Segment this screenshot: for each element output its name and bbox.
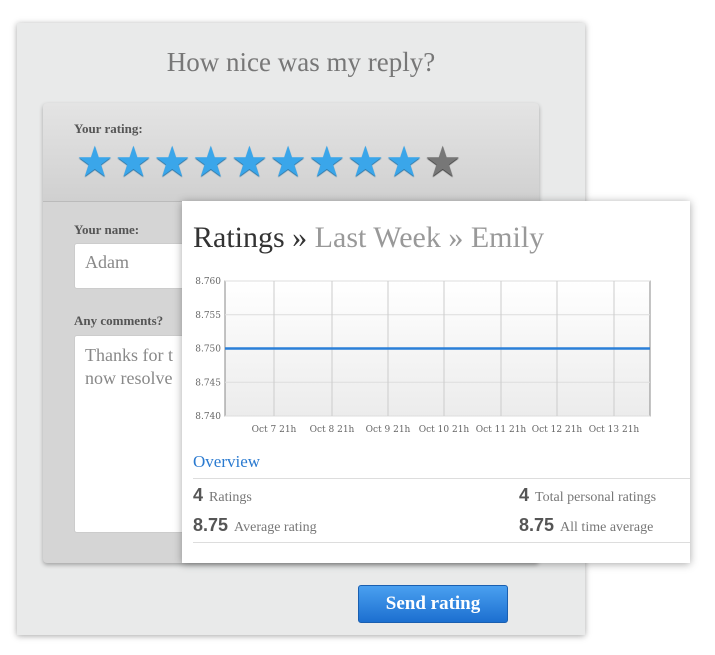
star-icon[interactable]: ★ bbox=[153, 141, 191, 183]
star-icon[interactable]: ★ bbox=[385, 141, 423, 183]
star-icon[interactable]: ★ bbox=[231, 141, 269, 183]
divider bbox=[193, 542, 690, 543]
breadcrumb-ratings[interactable]: Ratings bbox=[193, 221, 285, 254]
y-tick-label: 8.760 bbox=[195, 277, 221, 287]
x-tick-label: Oct 7 21h bbox=[252, 425, 297, 435]
x-tick-label: Oct 9 21h bbox=[366, 425, 411, 435]
star-icon[interactable]: ★ bbox=[347, 141, 385, 183]
stat-average: 8.75 Average rating bbox=[193, 515, 317, 535]
star-rating[interactable]: ★ ★ ★ ★ ★ ★ ★ ★ ★ ★ bbox=[76, 141, 462, 183]
comments-label: Any comments? bbox=[74, 313, 164, 328]
name-label: Your name: bbox=[74, 222, 140, 237]
y-tick-label: 8.750 bbox=[195, 345, 221, 355]
overview-heading: Overview bbox=[193, 452, 261, 471]
x-tick-label: Oct 11 21h bbox=[476, 425, 527, 435]
star-icon[interactable]: ★ bbox=[424, 141, 462, 183]
star-icon[interactable]: ★ bbox=[76, 141, 114, 183]
ratings-chart: 8.740 8.745 8.750 8.755 8.760 Oct 7 21h Oct 8 … bbox=[195, 277, 651, 435]
x-tick-label: Oct 13 21h bbox=[589, 425, 640, 435]
star-icon[interactable]: ★ bbox=[308, 141, 346, 183]
stat-ratings: 4 Ratings bbox=[193, 485, 252, 505]
breadcrumb-last-week[interactable]: Last Week bbox=[315, 221, 441, 254]
x-tick-label: Oct 10 21h bbox=[419, 425, 470, 435]
y-tick-label: 8.745 bbox=[195, 378, 221, 388]
x-tick-label: Oct 12 21h bbox=[532, 425, 583, 435]
breadcrumb-separator: » bbox=[292, 221, 308, 254]
ratings-card: Ratings » Last Week » Emily 8.740 8.745 8.… bbox=[182, 201, 690, 563]
y-tick-label: 8.755 bbox=[195, 311, 221, 321]
send-rating-button[interactable]: Send rating bbox=[358, 585, 508, 623]
stat-total-personal: 4 Total personal ratings bbox=[519, 485, 657, 505]
rating-area: Your rating: ★ ★ ★ ★ ★ ★ ★ ★ ★ ★ bbox=[43, 103, 539, 202]
breadcrumb: Ratings » Last Week » Emily bbox=[193, 221, 544, 255]
divider bbox=[193, 478, 690, 479]
stat-all-time: 8.75 All time average bbox=[519, 515, 654, 535]
star-icon[interactable]: ★ bbox=[269, 141, 307, 183]
x-tick-label: Oct 8 21h bbox=[310, 425, 355, 435]
rating-label: Your rating: bbox=[74, 121, 143, 136]
form-title: How nice was my reply? bbox=[166, 47, 436, 77]
breadcrumb-emily: Emily bbox=[470, 221, 545, 254]
star-icon[interactable]: ★ bbox=[192, 141, 230, 183]
y-tick-label: 8.740 bbox=[195, 412, 221, 422]
breadcrumb-separator: » bbox=[448, 221, 464, 254]
star-icon[interactable]: ★ bbox=[115, 141, 153, 183]
